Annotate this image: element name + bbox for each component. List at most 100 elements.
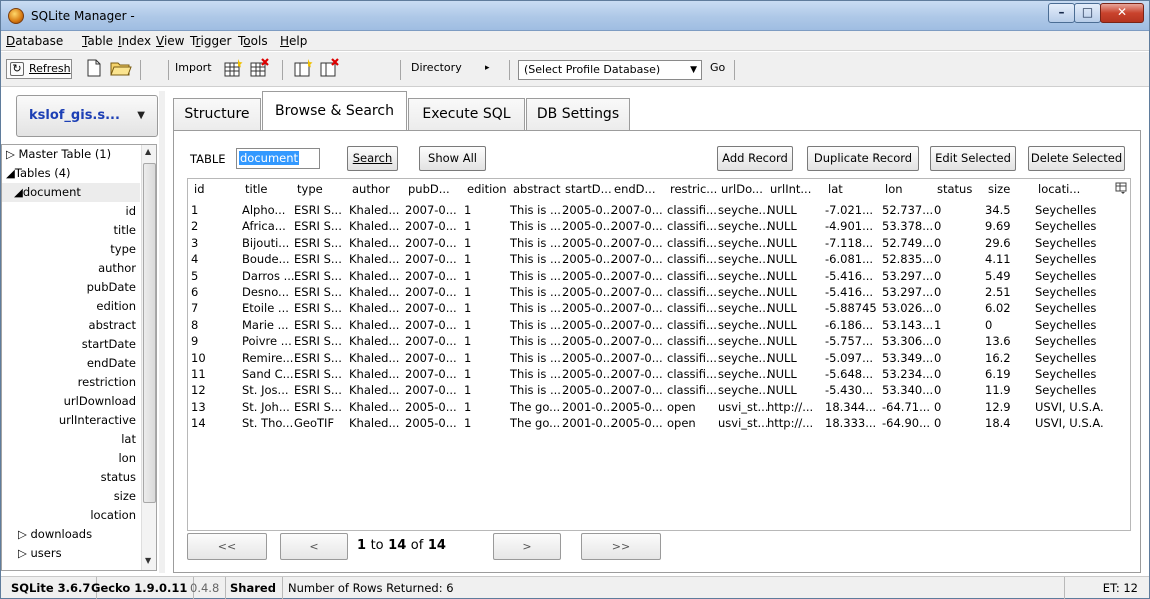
tree-column-abstract[interactable]: abstract — [2, 316, 138, 335]
tree-column-startdate[interactable]: startDate — [2, 335, 138, 354]
database-select[interactable]: kslof_gis.s... ▼ — [16, 95, 158, 137]
scroll-down-icon[interactable]: ▼ — [145, 556, 151, 565]
create-table-icon[interactable] — [223, 58, 243, 78]
tree-node[interactable]: ◢document — [2, 183, 140, 202]
tree-column-status[interactable]: status — [2, 468, 138, 487]
column-header[interactable]: restric... — [670, 182, 717, 196]
minimize-button[interactable]: – — [1048, 3, 1075, 23]
table-row[interactable]: 9 Poivre ... ESRI S... Khaled... 2007-0... 1 T… — [188, 333, 1130, 349]
last-page-button[interactable]: >> — [581, 533, 661, 560]
create-index-icon[interactable] — [293, 58, 313, 78]
column-header[interactable]: lon — [885, 182, 903, 196]
tab-browse-search[interactable]: Browse & Search — [262, 91, 407, 131]
table-select[interactable]: document — [236, 148, 320, 169]
go-button[interactable]: Go — [710, 59, 725, 79]
table-row[interactable]: 4 Boude... ESRI S... Khaled... 2007-0... 1 Thi… — [188, 251, 1130, 267]
new-database-icon[interactable] — [84, 58, 104, 78]
column-header[interactable]: id — [194, 182, 205, 196]
records-grid[interactable]: id title type author pubD... edition abstract s… — [187, 178, 1131, 531]
column-header[interactable]: type — [297, 182, 323, 196]
tree-column-id[interactable]: id — [2, 202, 138, 221]
column-header[interactable]: abstract — [513, 182, 560, 196]
tree-node[interactable]: ◢Tables (4) — [6, 164, 138, 183]
tree-column-edition[interactable]: edition — [2, 297, 138, 316]
tree-column-lat[interactable]: lat — [2, 430, 138, 449]
table-row[interactable]: 11 Sand C... ESRI S... Khaled... 2007-0... 1 T… — [188, 366, 1130, 382]
tree-scroll-thumb[interactable] — [143, 163, 156, 503]
tree-column-location[interactable]: location — [2, 506, 138, 525]
tree-column-title[interactable]: title — [2, 221, 138, 240]
tree-node[interactable]: ▷ downloads — [18, 525, 138, 544]
tree-column-urlinteractive[interactable]: urlInteractive — [2, 411, 138, 430]
tree-column-size[interactable]: size — [2, 487, 138, 506]
tree-column-urldownload[interactable]: urlDownload — [2, 392, 138, 411]
menu-index[interactable]: Index — [118, 34, 151, 48]
column-header[interactable]: urlDo... — [721, 182, 763, 196]
table-row[interactable]: 12 St. Jos... ESRI S... Khaled... 2007-0... 1… — [188, 382, 1130, 398]
table-row[interactable]: 14 St. Tho... GeoTIF Khaled... 2005-0... 1 The… — [188, 415, 1130, 431]
refresh-button[interactable]: ↻ Refresh — [6, 59, 72, 79]
table-row[interactable]: 6 Desno... ESRI S... Khaled... 2007-0... 1 Thi… — [188, 284, 1130, 300]
menu-trigger[interactable]: Trigger — [190, 34, 231, 48]
tab-db-settings[interactable]: DB Settings — [526, 98, 630, 130]
tree-column-pubdate[interactable]: pubDate — [2, 278, 138, 297]
tree-node[interactable]: ▷ Master Table (1) — [6, 145, 138, 164]
column-header[interactable]: title — [245, 182, 267, 196]
first-page-button[interactable]: << — [187, 533, 267, 560]
table-row[interactable]: 5 Darros ... ESRI S... Khaled... 2007-0... 1 T… — [188, 268, 1130, 284]
table-row[interactable]: 8 Marie ... ESRI S... Khaled... 2007-0... 1 Th… — [188, 317, 1130, 333]
menu-help[interactable]: Help — [280, 34, 307, 48]
tab-execute-sql[interactable]: Execute SQL — [408, 98, 525, 130]
column-header[interactable]: endD... — [614, 182, 656, 196]
table-row[interactable]: 7 Etoile ... ESRI S... Khaled... 2007-0... 1 T… — [188, 300, 1130, 316]
column-header[interactable]: edition — [467, 182, 507, 196]
show-all-button[interactable]: Show All — [419, 146, 486, 171]
previous-page-button[interactable]: < — [280, 533, 348, 560]
open-database-icon[interactable] — [109, 58, 133, 78]
table-row[interactable]: 10 Remire... ESRI S... Khaled... 2007-0... 1 T… — [188, 350, 1130, 366]
tree-scrollbar[interactable]: ▲ ▼ — [141, 145, 156, 570]
tree-column-type[interactable]: type — [2, 240, 138, 259]
column-header[interactable]: urlInt... — [770, 182, 811, 196]
tree-node[interactable]: ▷ users — [18, 544, 138, 563]
next-page-button[interactable]: > — [493, 533, 561, 560]
toolbar: ↻ Refresh Import Directory ▸ (Select Pro… — [1, 52, 1149, 87]
table-row[interactable]: 13 St. Joh... ESRI S... Khaled... 2005-0... 1… — [188, 399, 1130, 415]
column-header[interactable]: pubD... — [408, 182, 450, 196]
table-row[interactable]: 2 Africa... ESRI S... Khaled... 2007-0... 1 Th… — [188, 218, 1130, 234]
edit-selected-button[interactable]: Edit Selected — [930, 146, 1016, 171]
profile-database-select[interactable]: (Select Profile Database) ▼ — [518, 60, 702, 80]
column-header[interactable]: author — [352, 182, 390, 196]
delete-selected-button[interactable]: Delete Selected — [1028, 146, 1125, 171]
column-header[interactable]: size — [988, 182, 1010, 196]
drop-table-icon[interactable] — [249, 58, 269, 78]
column-header[interactable]: status — [937, 182, 972, 196]
tab-structure[interactable]: Structure — [173, 98, 261, 130]
table-row[interactable]: 3 Bijouti... ESRI S... Khaled... 2007-0... 1 T… — [188, 235, 1130, 251]
menu-view[interactable]: View — [156, 34, 184, 48]
table-row[interactable]: 1 Alpho... ESRI S... Khaled... 2007-0... 1 Thi… — [188, 202, 1130, 218]
tree-column-author[interactable]: author — [2, 259, 138, 278]
search-button[interactable]: Search — [347, 146, 398, 171]
menu-table[interactable]: Table — [82, 34, 113, 48]
duplicate-record-button[interactable]: Duplicate Record — [807, 146, 919, 171]
table-select-value: document — [239, 151, 300, 165]
column-picker-icon[interactable] — [1115, 182, 1127, 194]
column-header[interactable]: locati... — [1038, 182, 1080, 196]
scroll-up-icon[interactable]: ▲ — [145, 147, 151, 156]
directory-button[interactable]: Directory — [411, 59, 462, 79]
column-header[interactable]: startD... — [565, 182, 612, 196]
menu-database[interactable]: Database — [6, 34, 63, 48]
menu-tools[interactable]: Tools — [238, 34, 268, 48]
tree-column-lon[interactable]: lon — [2, 449, 138, 468]
tree-column-enddate[interactable]: endDate — [2, 354, 138, 373]
maximize-button[interactable]: □ — [1074, 3, 1101, 23]
tree-column-restriction[interactable]: restriction — [2, 373, 138, 392]
pane-splitter[interactable] — [159, 91, 165, 573]
add-record-button[interactable]: Add Record — [717, 146, 793, 171]
drop-index-icon[interactable] — [319, 58, 339, 78]
close-button[interactable]: ✕ — [1100, 3, 1144, 23]
import-button[interactable]: Import — [175, 59, 212, 79]
column-header[interactable]: lat — [828, 182, 843, 196]
directory-arrow-icon[interactable]: ▸ — [485, 59, 490, 79]
